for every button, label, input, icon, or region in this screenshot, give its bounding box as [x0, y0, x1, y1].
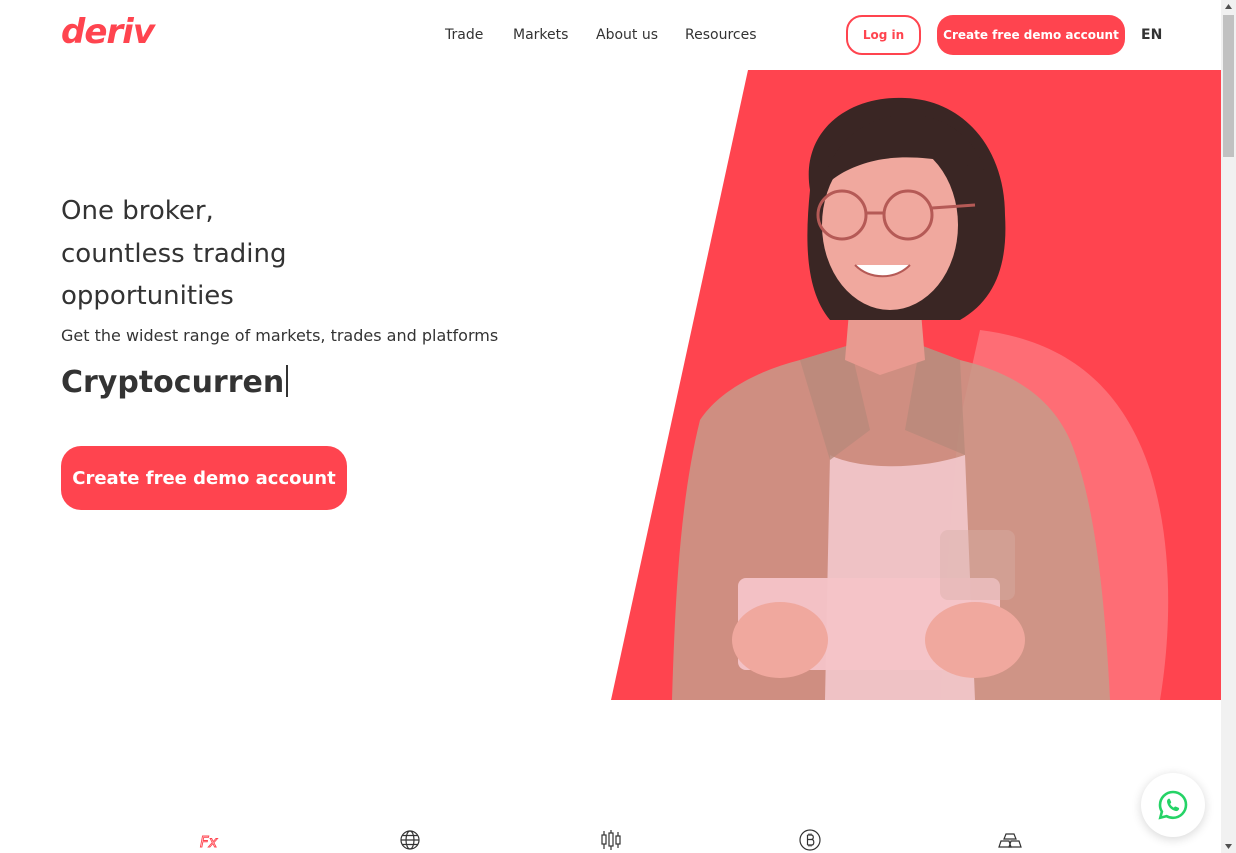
- scroll-down-arrow-icon[interactable]: [1221, 839, 1236, 853]
- nav-markets[interactable]: Markets: [513, 24, 568, 46]
- whatsapp-chat-button[interactable]: [1141, 773, 1205, 837]
- whatsapp-icon: [1158, 790, 1188, 820]
- hero-typed-market: Cryptocurren: [61, 362, 289, 404]
- login-button[interactable]: Log in: [846, 15, 921, 55]
- candlestick-icon[interactable]: [599, 828, 623, 852]
- create-demo-account-button-hero[interactable]: Create free demo account: [61, 446, 347, 510]
- nav-trade[interactable]: Trade: [445, 24, 483, 46]
- nav-resources[interactable]: Resources: [685, 24, 757, 46]
- hero-title-line-3: opportunities: [61, 281, 234, 311]
- forex-glyph: Fx: [200, 833, 218, 851]
- globe-icon[interactable]: [398, 828, 422, 852]
- typing-cursor: [286, 365, 289, 397]
- hero-title-line-2: countless trading: [61, 238, 287, 269]
- create-demo-account-button-header[interactable]: Create free demo account: [937, 15, 1125, 55]
- page-scrollbar[interactable]: [1221, 0, 1236, 853]
- scrollbar-thumb[interactable]: [1223, 15, 1234, 157]
- scroll-up-arrow-icon[interactable]: [1221, 0, 1236, 14]
- nav-about-us[interactable]: About us: [596, 24, 658, 46]
- forex-icon[interactable]: Fx: [198, 828, 222, 852]
- language-selector[interactable]: EN: [1141, 24, 1162, 46]
- page: deriv Trade Markets About us Resources L…: [0, 0, 1221, 853]
- hero-title-line-1: One broker,: [61, 196, 214, 226]
- deriv-logo[interactable]: deriv: [61, 14, 155, 50]
- hero-image: [611, 70, 1221, 700]
- gold-bars-icon[interactable]: [998, 828, 1022, 852]
- bitcoin-icon[interactable]: [798, 828, 822, 852]
- hero-title: One broker, countless trading opportunit…: [61, 190, 521, 318]
- hero-subtitle: Get the widest range of markets, trades …: [61, 326, 499, 345]
- typed-text: Cryptocurren: [61, 365, 285, 400]
